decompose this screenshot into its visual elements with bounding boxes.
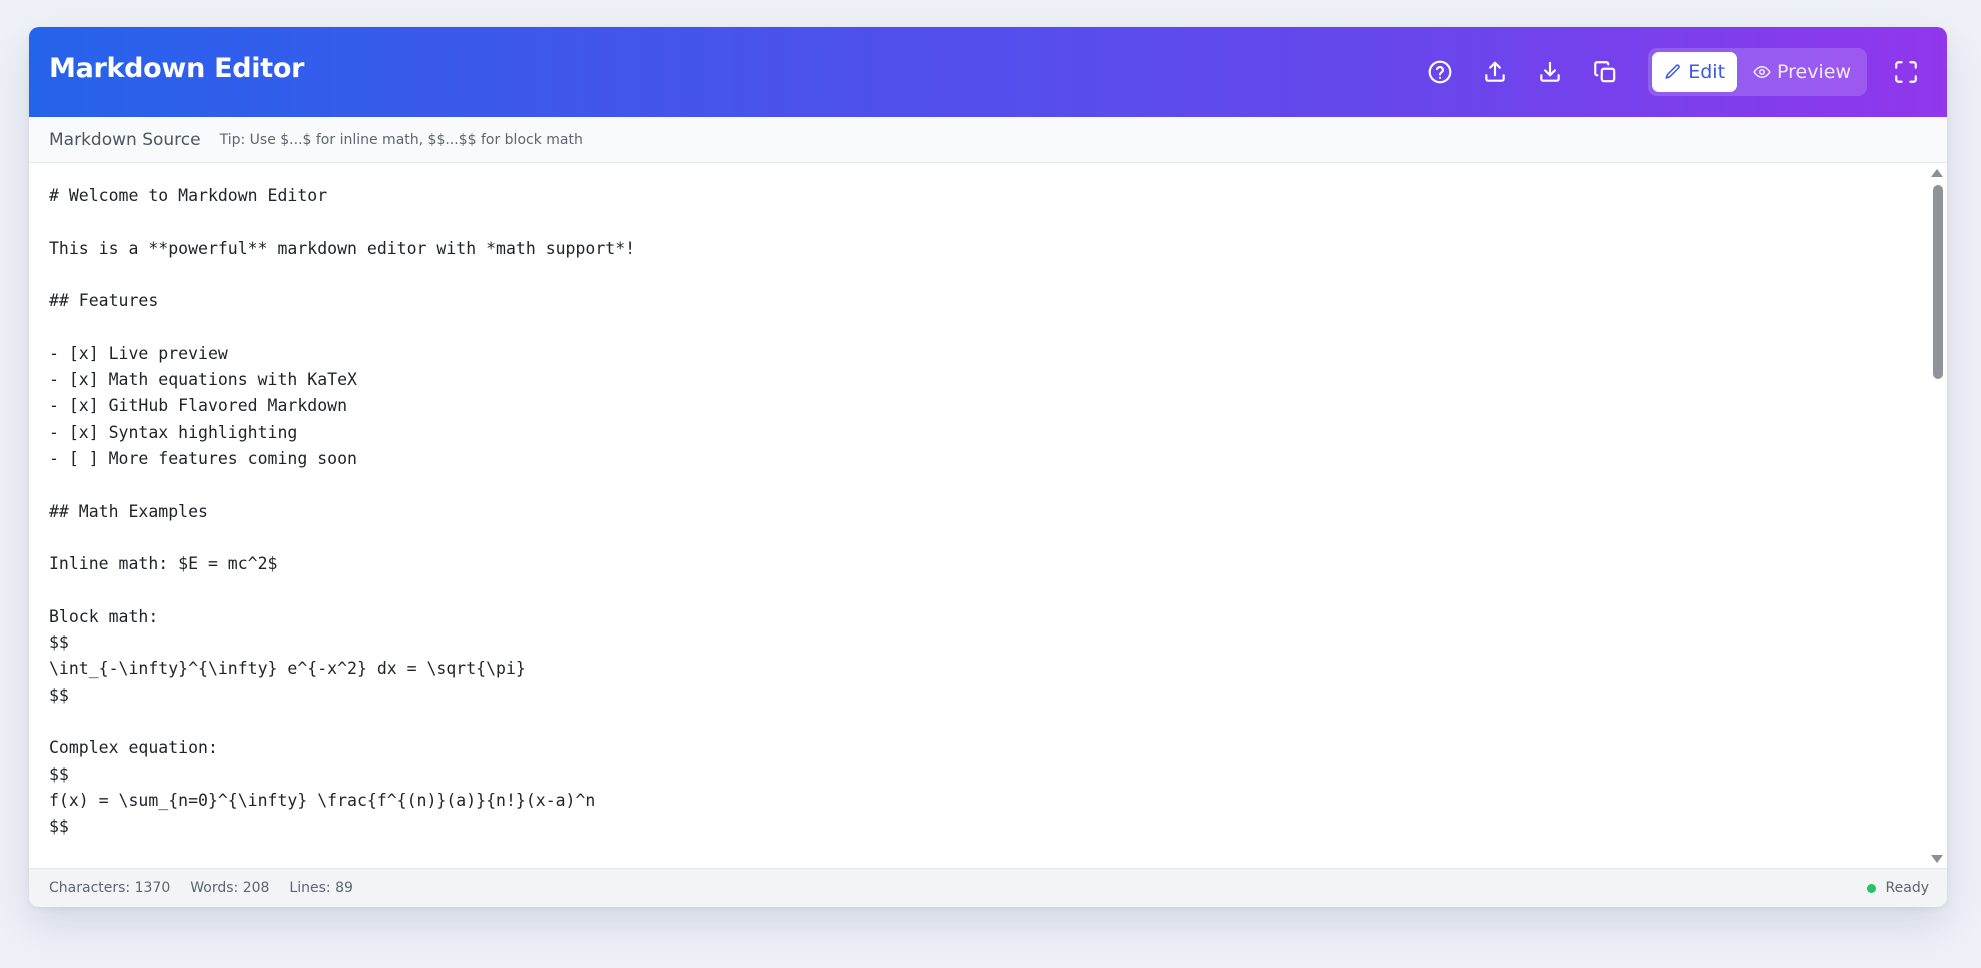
app-title: Markdown Editor [49, 53, 305, 84]
status-bar: Characters: 1370 Words: 208 Lines: 89 Re… [29, 868, 1947, 907]
edit-mode-button[interactable]: Edit [1652, 52, 1738, 92]
editor-scrollbar[interactable] [1929, 163, 1947, 869]
editor-window: Markdown Editor Edit Preview Markdown So… [29, 27, 1947, 907]
upload-icon [1485, 61, 1505, 82]
status-dot-icon [1866, 883, 1876, 893]
character-count-label: Characters: [49, 880, 135, 896]
markdown-source-text[interactable]: # Welcome to Markdown Editor This is a *… [49, 183, 635, 840]
line-count: Lines: 89 [289, 880, 352, 896]
view-mode-switch: Edit Preview [1648, 48, 1867, 96]
copy-button[interactable] [1584, 51, 1626, 93]
status-indicator: Ready [1866, 869, 1929, 907]
preview-mode-label: Preview [1777, 61, 1851, 83]
app-header: Markdown Editor Edit Preview [29, 27, 1947, 117]
edit-mode-label: Edit [1688, 61, 1726, 83]
fullscreen-button[interactable] [1885, 51, 1927, 93]
word-count-value: 208 [242, 880, 270, 896]
math-syntax-tip: Tip: Use $...$ for inline math, $$...$$ … [219, 131, 583, 148]
download-icon [1540, 61, 1560, 82]
maximize-icon [1895, 61, 1917, 83]
upload-button[interactable] [1474, 51, 1516, 93]
line-count-label: Lines: [289, 880, 336, 896]
help-button[interactable] [1419, 51, 1461, 93]
help-circle-icon [1428, 60, 1452, 84]
pencil-icon [1665, 64, 1681, 79]
source-subheader: Markdown Source Tip: Use $...$ for inlin… [29, 117, 1947, 163]
preview-mode-button[interactable]: Preview [1741, 52, 1863, 92]
markdown-source-editor[interactable]: # Welcome to Markdown Editor This is a *… [29, 163, 1947, 869]
scroll-up-arrow-icon[interactable] [1931, 169, 1943, 177]
status-text: Ready [1885, 880, 1929, 896]
line-count-value: 89 [335, 880, 353, 896]
character-count-value: 1370 [134, 880, 171, 896]
download-button[interactable] [1529, 51, 1571, 93]
copy-icon [1594, 61, 1616, 83]
word-count-label: Words: [190, 880, 243, 896]
character-count: Characters: 1370 [49, 880, 170, 896]
scrollbar-thumb[interactable] [1933, 185, 1943, 379]
eye-icon [1753, 66, 1771, 78]
scroll-down-arrow-icon[interactable] [1931, 855, 1943, 863]
source-panel-title: Markdown Source [49, 129, 201, 150]
word-count: Words: 208 [190, 880, 269, 896]
toolbar: Edit Preview [1406, 27, 1947, 117]
